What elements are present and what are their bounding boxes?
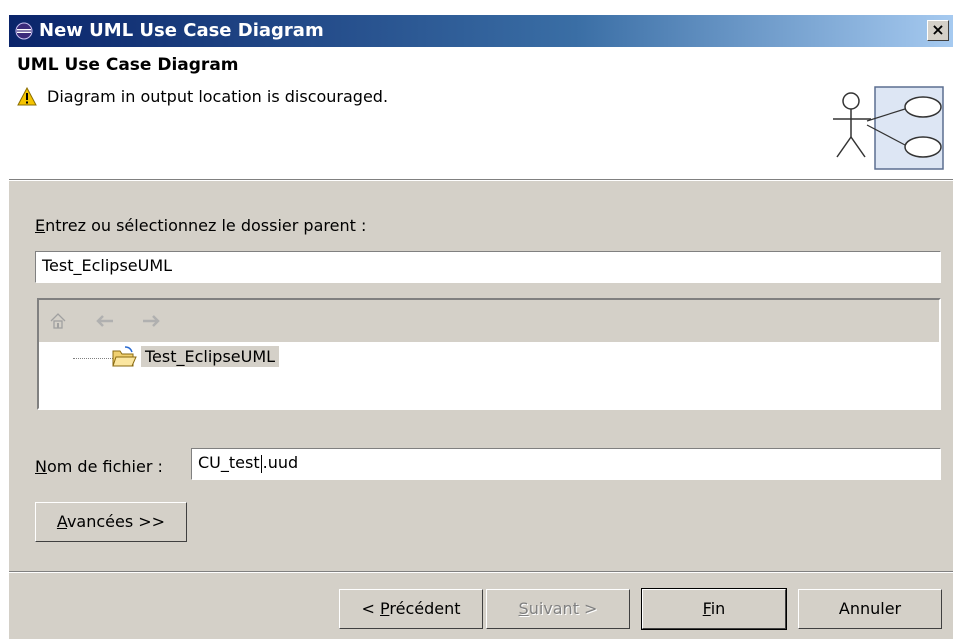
open-folder-icon bbox=[112, 346, 137, 367]
window-title: New UML Use Case Diagram bbox=[39, 20, 324, 41]
back-prefix: < bbox=[361, 599, 380, 618]
parent-folder-label-accesskey: E bbox=[35, 216, 46, 235]
wizard-header: UML Use Case Diagram Diagram in output l… bbox=[9, 47, 953, 180]
finish-label: in bbox=[710, 599, 726, 618]
cancel-button[interactable]: Annuler bbox=[798, 589, 942, 629]
back-label: récédent bbox=[389, 599, 461, 618]
next-button[interactable]: Suivant > bbox=[486, 589, 630, 629]
page-title: UML Use Case Diagram bbox=[17, 55, 239, 75]
filename-input[interactable]: CU_test .uud bbox=[191, 448, 941, 480]
parent-folder-label: Entrez ou sélectionnez le dossier parent… bbox=[35, 216, 366, 235]
advanced-label: vancées >> bbox=[66, 512, 166, 531]
back-arrow-icon[interactable] bbox=[95, 314, 115, 328]
filename-value-after-cursor: .uud bbox=[262, 453, 299, 472]
forward-arrow-icon[interactable] bbox=[141, 314, 161, 328]
next-accesskey: S bbox=[518, 599, 529, 618]
text-cursor bbox=[260, 454, 262, 473]
filename-label-accesskey: N bbox=[35, 457, 47, 476]
eclipse-app-icon bbox=[15, 22, 33, 40]
finish-accesskey: F bbox=[702, 599, 711, 618]
back-accesskey: P bbox=[380, 599, 390, 618]
wizard-dialog: New UML Use Case Diagram × UML Use Case … bbox=[8, 14, 953, 639]
filename-label: Nom de fichier : bbox=[35, 457, 163, 476]
tree-item-label[interactable]: Test_EclipseUML bbox=[141, 346, 280, 367]
tree-toolbar bbox=[39, 300, 939, 342]
parent-folder-input[interactable]: Test_EclipseUML bbox=[35, 251, 941, 283]
filename-label-text: om de fichier : bbox=[46, 457, 163, 476]
finish-button[interactable]: Fin bbox=[641, 588, 787, 630]
close-button[interactable]: × bbox=[927, 20, 949, 41]
warning-icon bbox=[17, 87, 37, 106]
filename-value-before-cursor: CU_test bbox=[198, 453, 260, 472]
button-bar-divider bbox=[9, 571, 953, 573]
back-button[interactable]: < Précédent bbox=[339, 589, 483, 629]
advanced-button[interactable]: Avancées >> bbox=[35, 502, 187, 542]
warning-message: Diagram in output location is discourage… bbox=[47, 87, 389, 106]
home-icon[interactable] bbox=[49, 312, 67, 330]
advanced-accesskey: A bbox=[56, 512, 67, 531]
close-icon: × bbox=[931, 20, 945, 39]
folder-tree[interactable]: Test_EclipseUML bbox=[37, 298, 941, 410]
use-case-diagram-icon bbox=[833, 86, 944, 170]
header-divider bbox=[9, 180, 953, 181]
parent-folder-label-text: ntrez ou sélectionnez le dossier parent … bbox=[45, 216, 367, 235]
tree-connector bbox=[73, 358, 113, 359]
title-bar[interactable]: New UML Use Case Diagram × bbox=[9, 15, 953, 47]
next-label: uivant > bbox=[528, 599, 598, 618]
